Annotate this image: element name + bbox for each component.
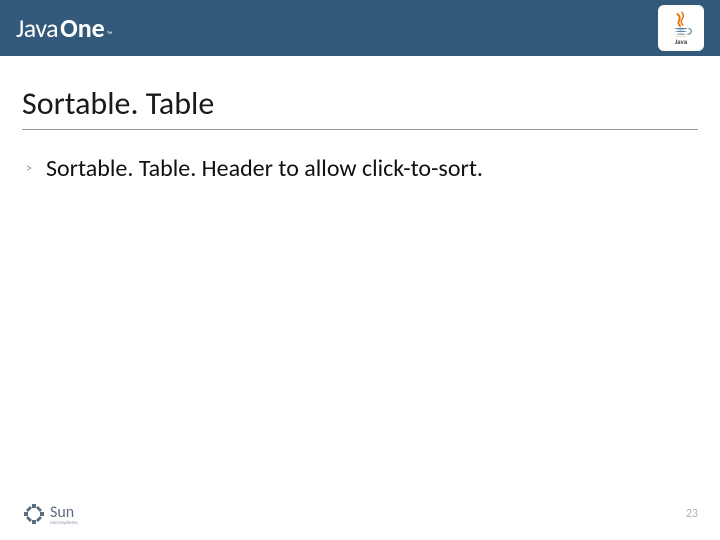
page-number: 23 xyxy=(686,507,698,521)
bullet-text: Sortable. Table. Header to allow click-t… xyxy=(46,154,483,183)
java-icon: Java xyxy=(658,5,704,51)
slide-content: Sortable. Table > Sortable. Table. Heade… xyxy=(0,56,720,183)
bullet-marker-icon: > xyxy=(26,162,32,176)
javaone-logo: Java One ™ xyxy=(16,12,112,44)
header-bar: Java One ™ Java xyxy=(0,0,720,56)
sun-logo: Sun microsystems xyxy=(22,502,78,526)
sun-logo-subtext: microsystems xyxy=(50,520,78,526)
slide-footer: Sun microsystems 23 xyxy=(0,502,720,526)
logo-java-text: Java xyxy=(16,12,58,44)
logo-one-text: One xyxy=(60,12,105,44)
java-icon-label: Java xyxy=(675,37,687,46)
bullet-item: > Sortable. Table. Header to allow click… xyxy=(22,154,698,183)
slide-title: Sortable. Table xyxy=(22,84,698,130)
java-cup-icon xyxy=(670,11,692,39)
trademark-symbol: ™ xyxy=(107,30,113,40)
sun-logo-text: Sun xyxy=(50,503,74,522)
sun-emblem-icon xyxy=(22,502,46,526)
